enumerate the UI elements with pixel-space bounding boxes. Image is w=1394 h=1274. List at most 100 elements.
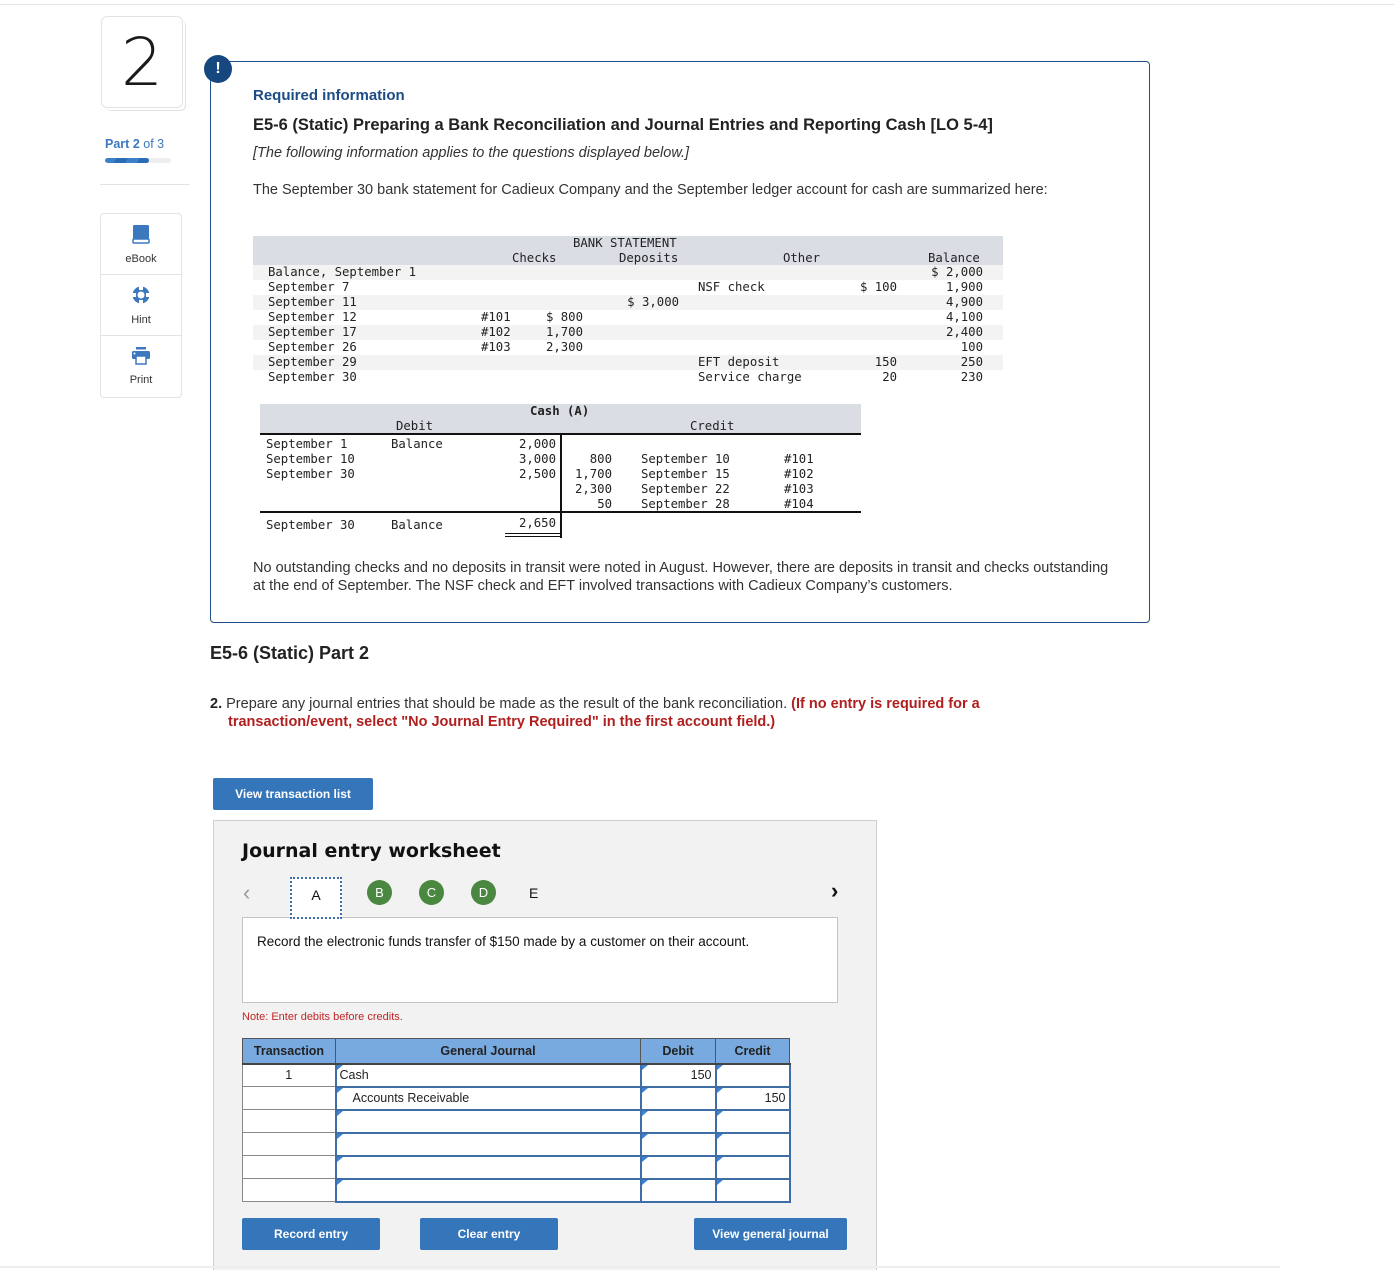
debit-field[interactable] [642, 1134, 715, 1155]
part-indicator: Part 2 of 3 [105, 137, 164, 151]
double-underline [505, 533, 561, 537]
tab-d-label: D [478, 885, 489, 900]
tab-c[interactable]: C [419, 880, 444, 905]
credit-field-cell [714, 1108, 791, 1134]
transaction-number [242, 1178, 336, 1202]
debit-field-cell: 150 [639, 1062, 717, 1088]
chevron-left-icon[interactable]: ‹ [243, 880, 250, 906]
credit-field[interactable] [717, 1111, 789, 1132]
ebook-button[interactable]: eBook [101, 214, 181, 275]
credit-date: September 28 [641, 497, 730, 511]
credit-amount: 50 [597, 497, 612, 511]
required-info-label: Required information [253, 87, 405, 104]
bank-statement-row: September 12 #101 $ 800 4,100 [253, 310, 1003, 325]
bank-date: September 30 [268, 370, 357, 384]
exercise-subtitle: [The following information applies to th… [253, 145, 690, 161]
account-field-cell [334, 1154, 642, 1180]
print-label: Print [129, 374, 153, 386]
part-progress-fill [105, 158, 150, 163]
bank-balance: $ 2,000 [931, 265, 983, 279]
col-credit: Credit [715, 1038, 790, 1065]
bottom-divider [0, 1266, 1280, 1268]
chevron-right-icon[interactable]: › [831, 878, 838, 904]
bank-other-desc: NSF check [698, 280, 765, 294]
credit-field[interactable]: 150 [717, 1088, 789, 1109]
bank-statement-rows: Balance, September 1 $ 2,000 September 7 NS… [253, 265, 1003, 385]
bank-statement-title: BANK STATEMENT [573, 236, 677, 250]
account-field[interactable]: Accounts Receivable [337, 1088, 640, 1109]
credit-field[interactable] [717, 1180, 789, 1201]
credit-field[interactable] [717, 1157, 789, 1178]
debit-field[interactable] [642, 1180, 715, 1201]
debit-amount: 2,000 [518, 437, 556, 451]
debit-field[interactable]: 150 [642, 1065, 715, 1086]
deposits-header: Deposits [619, 251, 679, 265]
tab-a-label: A [311, 887, 321, 903]
col-general-journal: General Journal [335, 1038, 641, 1065]
bank-balance: 4,900 [945, 295, 983, 309]
tab-e-label: E [529, 885, 539, 901]
view-general-journal-button[interactable]: View general journal [694, 1218, 847, 1250]
credit-ref: #103 [784, 482, 814, 496]
part-prefix: Part [105, 137, 130, 151]
credit-ref: #102 [784, 467, 814, 481]
ebook-label: eBook [125, 252, 157, 265]
part-title: E5-6 (Static) Part 2 [210, 643, 370, 663]
debit-field[interactable] [642, 1157, 715, 1178]
bank-date: September 29 [268, 355, 357, 369]
account-field-cell [334, 1108, 642, 1134]
bank-statement-row: September 11 $ 3,000 4,900 [253, 295, 1003, 310]
tab-e[interactable]: E [529, 885, 538, 901]
bank-check-amt: $ 800 [545, 310, 583, 324]
bank-balance: 250 [960, 355, 983, 369]
view-transaction-list-button[interactable]: View transaction list [213, 778, 373, 810]
tab-b[interactable]: B [367, 880, 392, 905]
debit-field[interactable] [642, 1088, 715, 1109]
part-progress-bar [105, 158, 171, 163]
bank-other-amt: 20 [882, 370, 897, 384]
clear-entry-button[interactable]: Clear entry [420, 1218, 558, 1250]
journal-row: 1 Cash 150 [242, 1062, 791, 1088]
hint-button[interactable]: Hint [101, 275, 181, 336]
bank-balance: 230 [960, 370, 983, 384]
bank-statement-header: BANK STATEMENT Checks Deposits Other Bal… [253, 236, 1003, 265]
bank-deposit: $ 3,000 [627, 295, 679, 309]
account-field[interactable]: Cash [337, 1065, 640, 1086]
cash-t-account: Cash (A) Debit Credit September 1 Balance… [260, 404, 861, 538]
question-number-card: 2 [101, 16, 183, 108]
bank-check-amt: 2,300 [545, 340, 583, 354]
account-field[interactable] [337, 1157, 640, 1178]
tab-a[interactable]: A [290, 877, 342, 919]
tab-b-label: B [375, 885, 384, 900]
printer-icon [131, 347, 151, 370]
ending-balance: 2,650 [518, 516, 556, 530]
alert-icon: ! [204, 55, 232, 83]
record-entry-button[interactable]: Record entry [242, 1218, 380, 1250]
bank-statement-row: September 17 #102 1,700 2,400 [253, 325, 1003, 340]
credit-amount: 800 [589, 452, 612, 466]
bank-date: Balance, September 1 [268, 265, 417, 279]
credit-label: Credit [690, 419, 735, 433]
bank-date: September 12 [268, 310, 357, 324]
tab-d[interactable]: D [471, 880, 496, 905]
question-body: Prepare any journal entries that should … [226, 696, 788, 712]
credit-field[interactable] [717, 1065, 789, 1086]
credit-date: September 22 [641, 482, 730, 496]
journal-body: 1 Cash 150 Accounts Receivable 150 [242, 1062, 791, 1203]
account-field[interactable] [337, 1111, 640, 1132]
debit-field-cell [639, 1108, 717, 1134]
account-field-cell [334, 1177, 642, 1203]
lifebuoy-icon [131, 285, 151, 310]
other-header: Other [783, 251, 821, 265]
print-button[interactable]: Print [101, 336, 181, 397]
t-account-header: Cash (A) Debit Credit [260, 404, 861, 435]
account-field[interactable] [337, 1180, 640, 1201]
debit-field[interactable] [642, 1111, 715, 1132]
credit-amount: 1,700 [574, 467, 612, 481]
exercise-title: E5-6 (Static) Preparing a Bank Reconcili… [253, 116, 993, 134]
credit-field[interactable] [717, 1134, 789, 1155]
credit-date: September 10 [641, 452, 730, 466]
credit-ref: #104 [784, 497, 814, 511]
account-field[interactable] [337, 1134, 640, 1155]
debit-amount: 2,500 [518, 467, 556, 481]
